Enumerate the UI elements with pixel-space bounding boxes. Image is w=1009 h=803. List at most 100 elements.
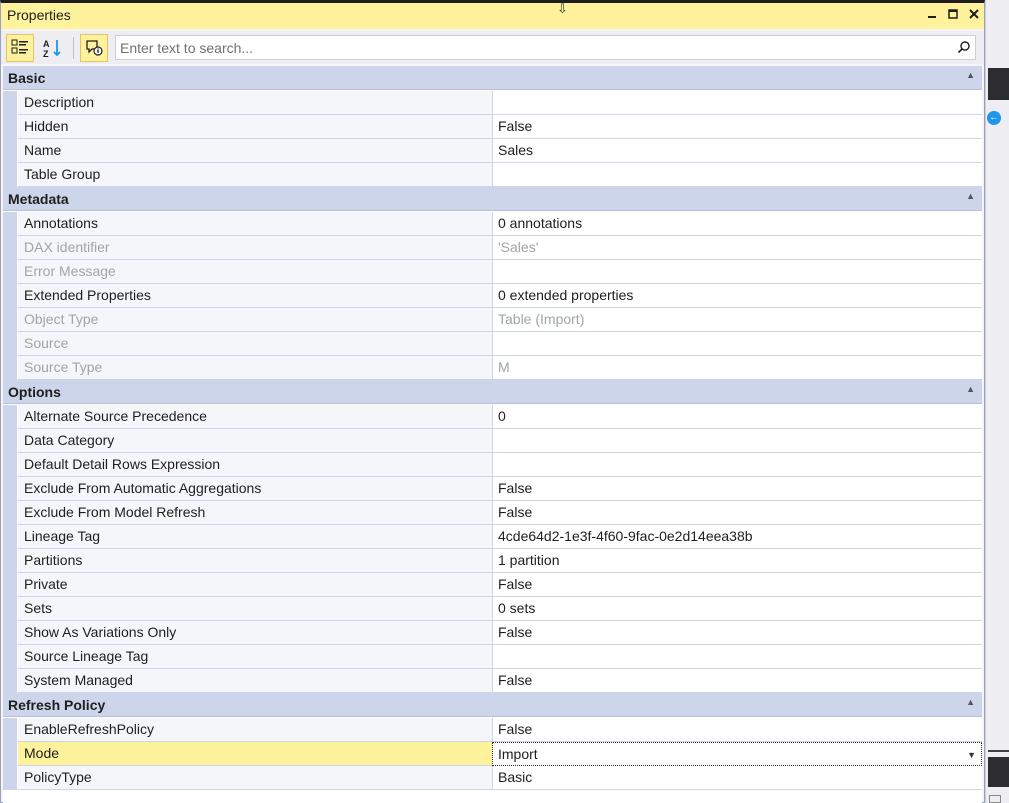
property-row[interactable]: Object Type Table (Import) bbox=[3, 308, 982, 332]
property-value-text: 4cde64d2-1e3f-4f60-9fac-0e2d14eea38b bbox=[498, 528, 753, 544]
property-row[interactable]: Description bbox=[3, 91, 982, 115]
property-row[interactable]: Error Message bbox=[3, 260, 982, 284]
category-header[interactable]: Refresh Policy ▲ bbox=[3, 693, 982, 717]
property-row[interactable]: PolicyType Basic bbox=[3, 766, 982, 790]
minimize-button[interactable] bbox=[923, 6, 941, 24]
property-pages-button[interactable] bbox=[80, 34, 108, 62]
property-name[interactable]: Alternate Source Precedence bbox=[17, 405, 492, 429]
property-name[interactable]: Sets bbox=[17, 597, 492, 621]
back-arrow-icon[interactable]: ← bbox=[987, 111, 1001, 125]
property-name[interactable]: System Managed bbox=[17, 669, 492, 693]
property-value[interactable] bbox=[492, 453, 982, 477]
property-value[interactable]: 0 extended properties bbox=[492, 284, 982, 308]
property-row[interactable]: Partitions 1 partition bbox=[3, 549, 982, 573]
category-header[interactable]: Options ▲ bbox=[3, 380, 982, 404]
property-row[interactable]: Lineage Tag 4cde64d2-1e3f-4f60-9fac-0e2d1… bbox=[3, 525, 982, 549]
property-value[interactable]: False bbox=[492, 669, 982, 693]
property-name[interactable]: Lineage Tag bbox=[17, 525, 492, 549]
property-value[interactable]: 0 bbox=[492, 405, 982, 429]
property-value[interactable]: False bbox=[492, 573, 982, 597]
property-value[interactable]: False bbox=[492, 501, 982, 525]
property-value[interactable] bbox=[492, 429, 982, 453]
property-value[interactable]: False bbox=[492, 477, 982, 501]
property-name[interactable]: DAX identifier bbox=[17, 236, 492, 260]
dock-drag-icon[interactable]: ⇩ bbox=[557, 1, 568, 17]
row-margin bbox=[3, 139, 17, 163]
property-name[interactable]: Show As Variations Only bbox=[17, 621, 492, 645]
property-value[interactable] bbox=[492, 91, 982, 115]
dropdown-arrow-icon[interactable]: ▼ bbox=[967, 743, 976, 765]
property-value[interactable] bbox=[492, 163, 982, 187]
property-row[interactable]: Private False bbox=[3, 573, 982, 597]
property-name[interactable]: Name bbox=[17, 139, 492, 163]
alphabetical-button[interactable]: A Z bbox=[39, 34, 67, 62]
search-input[interactable] bbox=[120, 37, 950, 58]
property-row[interactable]: Mode Import ▼ bbox=[3, 742, 982, 766]
category-header[interactable]: Metadata ▲ bbox=[3, 187, 982, 211]
property-value[interactable]: False bbox=[492, 718, 982, 742]
property-value[interactable]: 0 sets bbox=[492, 597, 982, 621]
property-name[interactable]: Source bbox=[17, 332, 492, 356]
category-header[interactable]: Basic ▲ bbox=[3, 66, 982, 90]
close-button[interactable] bbox=[965, 6, 983, 24]
close-icon bbox=[969, 9, 979, 19]
property-name[interactable]: Table Group bbox=[17, 163, 492, 187]
property-name[interactable]: Hidden bbox=[17, 115, 492, 139]
property-row[interactable]: Extended Properties 0 extended properties bbox=[3, 284, 982, 308]
property-name[interactable]: Object Type bbox=[17, 308, 492, 332]
row-margin bbox=[3, 766, 17, 790]
property-name[interactable]: Error Message bbox=[17, 260, 492, 284]
property-name[interactable]: Source Lineage Tag bbox=[17, 645, 492, 669]
property-row[interactable]: DAX identifier 'Sales' bbox=[3, 236, 982, 260]
property-name[interactable]: Partitions bbox=[17, 549, 492, 573]
property-row[interactable]: Source Lineage Tag bbox=[3, 645, 982, 669]
property-row[interactable]: Exclude From Automatic Aggregations False bbox=[3, 477, 982, 501]
collapse-icon[interactable]: ▲ bbox=[966, 384, 975, 394]
property-name[interactable]: Description bbox=[17, 91, 492, 115]
search-box[interactable] bbox=[115, 35, 976, 60]
property-row[interactable]: Source bbox=[3, 332, 982, 356]
property-name[interactable]: Source Type bbox=[17, 356, 492, 380]
property-value[interactable] bbox=[492, 645, 982, 669]
property-name[interactable]: Exclude From Automatic Aggregations bbox=[17, 477, 492, 501]
property-row[interactable]: Name Sales bbox=[3, 139, 982, 163]
toolbar-separator bbox=[73, 37, 74, 59]
property-value[interactable]: False bbox=[492, 115, 982, 139]
property-name[interactable]: Default Detail Rows Expression bbox=[17, 453, 492, 477]
property-value[interactable]: Import ▼ bbox=[492, 742, 982, 766]
property-value[interactable]: 4cde64d2-1e3f-4f60-9fac-0e2d14eea38b bbox=[492, 525, 982, 549]
property-name[interactable]: Extended Properties bbox=[17, 284, 492, 308]
categorized-button[interactable] bbox=[6, 34, 34, 62]
property-row[interactable]: EnableRefreshPolicy False bbox=[3, 718, 982, 742]
collapse-icon[interactable]: ▲ bbox=[966, 697, 975, 707]
property-name[interactable]: Private bbox=[17, 573, 492, 597]
property-row[interactable]: Show As Variations Only False bbox=[3, 621, 982, 645]
property-name[interactable]: Exclude From Model Refresh bbox=[17, 501, 492, 525]
property-row[interactable]: Hidden False bbox=[3, 115, 982, 139]
maximize-button[interactable] bbox=[944, 6, 962, 24]
property-row[interactable]: Annotations 0 annotations bbox=[3, 212, 982, 236]
property-name[interactable]: Mode bbox=[17, 742, 492, 766]
property-value[interactable]: Sales bbox=[492, 139, 982, 163]
property-row[interactable]: Data Category bbox=[3, 429, 982, 453]
properties-toolbar: A Z bbox=[1, 31, 984, 64]
property-value[interactable]: Basic bbox=[492, 766, 982, 790]
property-row[interactable]: Source Type M bbox=[3, 356, 982, 380]
property-row[interactable]: Sets 0 sets bbox=[3, 597, 982, 621]
collapse-icon[interactable]: ▲ bbox=[966, 191, 975, 201]
property-name[interactable]: Annotations bbox=[17, 212, 492, 236]
collapse-icon[interactable]: ▲ bbox=[966, 70, 975, 80]
search-icon[interactable] bbox=[957, 40, 971, 54]
property-value[interactable]: False bbox=[492, 621, 982, 645]
property-value[interactable]: 1 partition bbox=[492, 549, 982, 573]
property-row[interactable]: System Managed False bbox=[3, 669, 982, 693]
property-name[interactable]: PolicyType bbox=[17, 766, 492, 790]
property-row[interactable]: Default Detail Rows Expression bbox=[3, 453, 982, 477]
panel-title-bar[interactable]: Properties ⇩ bbox=[1, 1, 984, 29]
property-row[interactable]: Alternate Source Precedence 0 bbox=[3, 405, 982, 429]
property-value[interactable]: 0 annotations bbox=[492, 212, 982, 236]
property-row[interactable]: Exclude From Model Refresh False bbox=[3, 501, 982, 525]
property-name[interactable]: Data Category bbox=[17, 429, 492, 453]
property-row[interactable]: Table Group bbox=[3, 163, 982, 187]
property-name[interactable]: EnableRefreshPolicy bbox=[17, 718, 492, 742]
